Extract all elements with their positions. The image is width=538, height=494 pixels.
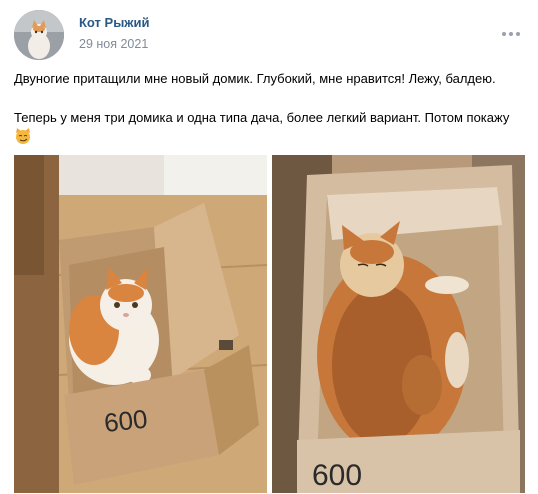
- wall-post: Кот Рыжий 29 ноя 2021 Двуногие притащили…: [0, 0, 538, 494]
- box-label-2: 600: [312, 459, 362, 492]
- post-photo-1[interactable]: 600: [14, 155, 267, 493]
- post-text-line-2: Теперь у меня три домика и одна типа дач…: [14, 110, 510, 125]
- more-horizontal-icon[interactable]: [500, 24, 522, 44]
- author-avatar[interactable]: [14, 10, 64, 60]
- box-label-1: 600: [103, 404, 149, 438]
- post-date[interactable]: 29 ноя 2021: [79, 37, 148, 51]
- author-name-link[interactable]: Кот Рыжий: [79, 15, 150, 30]
- post-text-line-1: Двуногие притащили мне новый домик. Глуб…: [14, 71, 496, 86]
- smirk-cat-emoji: [14, 127, 32, 145]
- post-photo-2[interactable]: 600: [272, 155, 525, 493]
